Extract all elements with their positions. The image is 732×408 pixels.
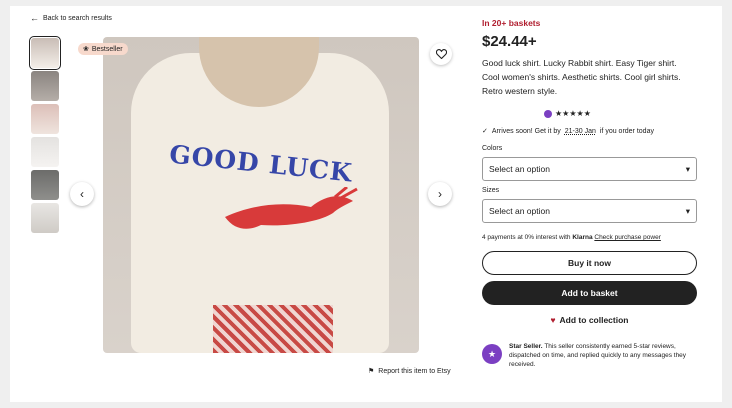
arrives-dates[interactable]: 21-30 Jan <box>565 128 596 135</box>
klarna-prefix: 4 payments at 0% interest with <box>482 234 571 241</box>
star-seller-title: Star Seller. <box>509 343 543 350</box>
star-seller-mini-icon <box>544 109 552 118</box>
listing-title: Good luck shirt. Lucky Rabbit shirt. Eas… <box>482 58 681 96</box>
report-item-link[interactable]: ⚑ Report this item to Etsy <box>368 367 451 376</box>
arrives-prefix: Arrives soon! Get it by <box>491 127 561 135</box>
thumbnail-2[interactable] <box>31 71 59 101</box>
chevron-down-icon: ▾ <box>685 163 690 174</box>
klarna-info: 4 payments at 0% interest with Klarna Ch… <box>482 234 661 241</box>
star-seller-info: ★ Star Seller. This seller consistently … <box>482 342 698 369</box>
skirt-shape <box>213 305 333 353</box>
sizes-select-value: Select an option <box>489 206 550 216</box>
chevron-left-icon: ‹ <box>80 187 84 201</box>
rating[interactable]: ★★★★★ <box>544 109 591 118</box>
add-to-collection-label: Add to collection <box>559 315 629 325</box>
back-label: Back to search results <box>43 15 112 22</box>
favorite-button[interactable] <box>430 43 452 65</box>
next-image-button[interactable]: › <box>428 182 452 206</box>
back-to-search-link[interactable]: ← Back to search results <box>30 13 112 23</box>
delivery-estimate: ✓ Arrives soon! Get it by 21-30 Jan if y… <box>482 127 654 136</box>
chevron-down-icon: ▾ <box>685 205 690 216</box>
thumbnail-list <box>29 36 61 236</box>
bestseller-icon: ❀ <box>83 46 89 53</box>
price: $24.44+ <box>482 33 537 50</box>
add-to-collection-button[interactable]: ♥ Add to collection <box>482 315 697 325</box>
thumbnail-5[interactable] <box>31 170 59 200</box>
star-seller-icon: ★ <box>482 344 502 364</box>
thumbnail-4[interactable] <box>31 137 59 167</box>
basket-count: In 20+ baskets <box>482 18 541 28</box>
add-to-basket-button[interactable]: Add to basket <box>482 281 697 305</box>
sizes-label: Sizes <box>482 187 500 194</box>
check-icon: ✓ <box>482 128 488 135</box>
bestseller-label: Bestseller <box>91 45 123 53</box>
thumbnail-3[interactable] <box>31 104 59 134</box>
klarna-link[interactable]: Check purchase power <box>594 234 660 241</box>
flag-icon: ⚑ <box>368 368 375 375</box>
bestseller-badge: ❀ Bestseller <box>78 43 128 55</box>
buy-it-now-button[interactable]: Buy it now <box>482 251 697 275</box>
klarna-brand: Klarna <box>572 234 593 241</box>
colors-label: Colors <box>482 145 503 152</box>
previous-image-button[interactable]: ‹ <box>70 182 94 206</box>
product-page: ← Back to search results GOOD LUCK ❀ Bes… <box>10 6 722 402</box>
arrow-left-icon: ← <box>30 13 39 23</box>
thumbnail-6[interactable] <box>31 203 59 233</box>
buy-it-now-label: Buy it now <box>568 258 611 268</box>
heart-icon <box>435 49 447 59</box>
rating-stars: ★★★★★ <box>555 109 591 118</box>
sizes-select[interactable]: Select an option ▾ <box>482 199 697 223</box>
star-seller-text: Star Seller. This seller consistently ea… <box>509 342 698 369</box>
thumbnail-1[interactable] <box>29 36 61 70</box>
report-label: Report this item to Etsy <box>378 367 451 375</box>
add-to-basket-label: Add to basket <box>561 288 618 298</box>
colors-select-value: Select an option <box>489 164 550 174</box>
colors-select[interactable]: Select an option ▾ <box>482 157 697 181</box>
product-image[interactable]: GOOD LUCK <box>103 37 419 353</box>
arrives-suffix: if you order today <box>599 127 654 135</box>
chevron-right-icon: › <box>438 187 442 201</box>
rabbit-print <box>225 187 358 229</box>
heart-filled-icon: ♥ <box>550 315 556 325</box>
